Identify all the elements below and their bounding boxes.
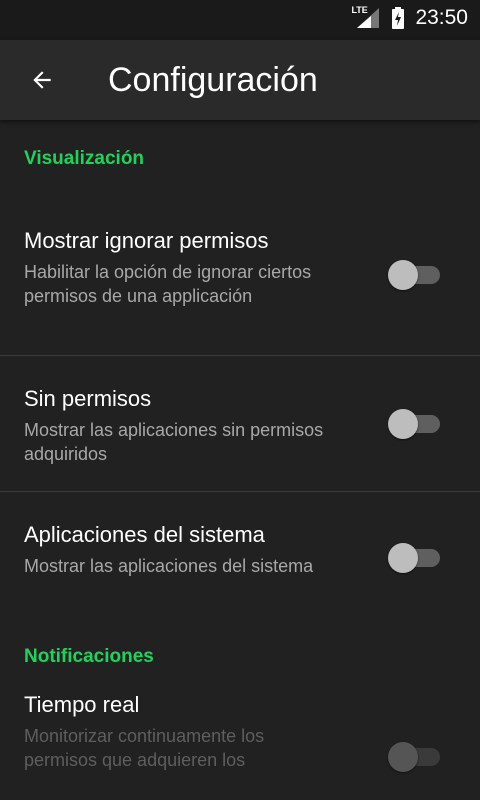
clock: 23:50 [415,6,468,29]
toggle-switch[interactable] [388,543,440,573]
status-bar: LTE 23:50 [0,0,480,40]
settings-list: Visualización Mostrar ignorar permisos H… [0,120,480,800]
toggle-switch[interactable] [388,409,440,439]
back-button[interactable] [0,40,84,120]
battery-charging-icon [392,7,405,29]
pref-summary: Habilitar la opción de ignorar ciertos p… [24,262,312,306]
toggle-switch[interactable] [388,260,440,290]
pref-summary: Mostrar las aplicaciones del sistema [24,556,314,576]
section-header-visualizacion: Visualización [24,148,145,169]
toggle-switch[interactable] [388,742,440,772]
page-title: Configuración [108,60,318,99]
pref-summary: Mostrar las aplicaciones sin permisos ad… [24,420,324,464]
pref-real-time[interactable]: Tiempo real Monitorizar continuamente lo… [0,692,480,800]
pref-summary: Monitorizar continuamente los permisos q… [24,726,265,770]
pref-no-permissions[interactable]: Sin permisos Mostrar las aplicaciones si… [0,356,480,492]
section-header-notificaciones: Notificaciones [24,646,154,667]
arrow-back-icon [33,71,51,89]
pref-title: Tiempo real [24,692,140,717]
app-bar: Configuración [0,40,480,120]
pref-show-ignore-permissions[interactable]: Mostrar ignorar permisos Habilitar la op… [0,200,480,356]
pref-system-apps[interactable]: Aplicaciones del sistema Mostrar las apl… [0,492,480,626]
lte-signal-icon: LTE [351,5,381,30]
pref-title: Mostrar ignorar permisos [24,228,269,253]
